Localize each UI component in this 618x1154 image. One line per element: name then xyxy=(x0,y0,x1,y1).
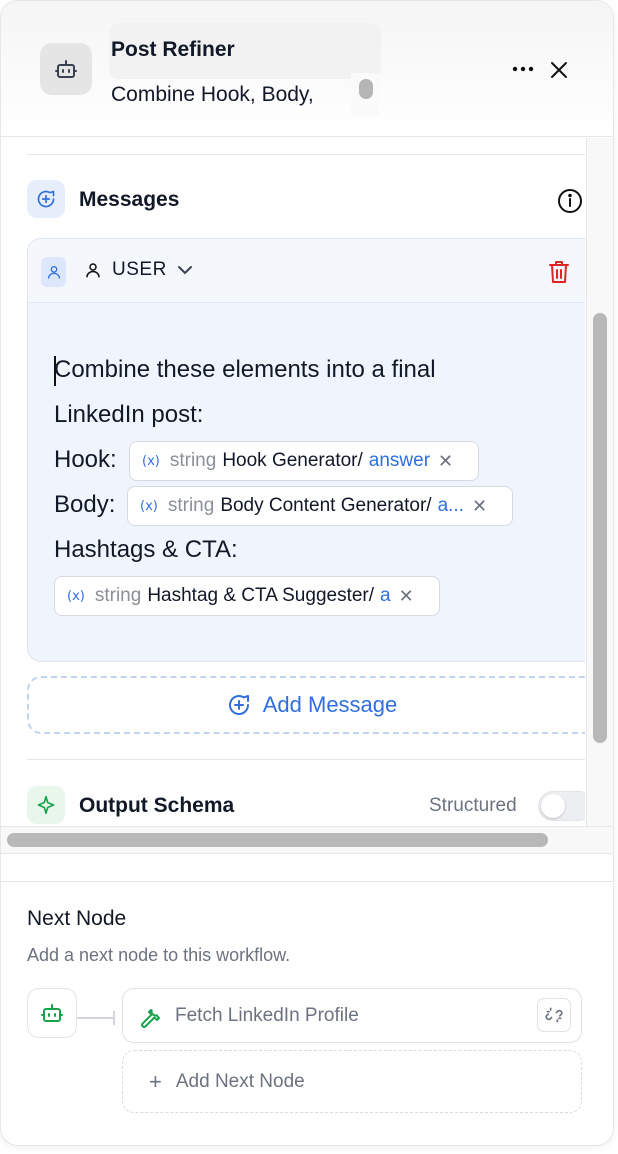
description-scroll-thumb[interactable] xyxy=(359,79,373,99)
role-label: USER xyxy=(112,259,167,280)
variable-chip[interactable]: (x) string Body Content Generator/ a... … xyxy=(127,486,513,526)
message-header: USER xyxy=(28,239,585,303)
close-button[interactable] xyxy=(545,56,573,84)
variable-chip[interactable]: (x) string Hook Generator/ answer ✕ xyxy=(129,441,479,481)
user-icon xyxy=(41,257,66,287)
structured-toggle[interactable] xyxy=(538,791,585,821)
message-card: USER Combine these elements into a final… xyxy=(27,238,585,662)
structured-label: Structured xyxy=(429,795,517,816)
message-line: Hook: xyxy=(54,446,117,473)
node-config-panel: Post Refiner Combine Hook, Body, Message… xyxy=(0,0,614,1146)
ellipsis-icon xyxy=(512,66,534,72)
next-node-description: Add a next node to this workflow. xyxy=(27,945,291,965)
bot-icon xyxy=(40,43,92,95)
variable-field: a... xyxy=(437,495,464,516)
remove-variable-icon[interactable]: ✕ xyxy=(399,586,414,607)
panel-header: Post Refiner Combine Hook, Body, xyxy=(1,1,613,137)
unlink-icon xyxy=(545,1007,563,1023)
plus-icon: + xyxy=(149,1068,162,1094)
message-line: Body: xyxy=(54,491,116,518)
section-divider xyxy=(1,881,613,882)
output-schema-title: Output Schema xyxy=(79,794,235,817)
variable-node: Hook Generator/ xyxy=(222,450,363,471)
node-connector xyxy=(77,1017,115,1019)
node-connector-end xyxy=(113,1011,115,1025)
person-icon xyxy=(86,263,100,278)
variable-node: Body Content Generator/ xyxy=(220,495,432,516)
messages-section-title: Messages xyxy=(79,188,180,211)
node-title[interactable]: Post Refiner xyxy=(111,38,235,62)
add-message-button[interactable]: Add Message xyxy=(27,676,585,734)
variable-icon: (x) xyxy=(142,453,160,469)
section-divider xyxy=(27,154,585,155)
chevron-down-icon xyxy=(177,266,192,275)
variable-chip[interactable]: (x) string Hashtag & CTA Suggester/ a ✕ xyxy=(54,576,440,616)
toggle-knob xyxy=(541,794,565,818)
message-editor[interactable]: Combine these elements into a final Link… xyxy=(28,304,585,661)
horizontal-scroll-thumb[interactable] xyxy=(7,833,548,847)
role-selector[interactable]: USER xyxy=(84,259,193,281)
message-line: Combine these elements into a final xyxy=(54,356,436,383)
node-description[interactable]: Combine Hook, Body, xyxy=(111,83,351,107)
section-divider xyxy=(27,759,585,760)
message-plus-icon xyxy=(27,180,65,218)
trash-icon xyxy=(549,261,569,283)
next-node-title: Next Node xyxy=(27,907,127,930)
variable-field: a xyxy=(380,585,391,606)
add-next-node-button[interactable]: + Add Next Node xyxy=(122,1050,582,1113)
wrench-icon xyxy=(141,1008,160,1028)
info-icon[interactable] xyxy=(557,188,583,214)
variable-icon: (x) xyxy=(140,498,158,514)
remove-variable-icon[interactable]: ✕ xyxy=(438,451,453,472)
delete-message-button[interactable] xyxy=(544,257,574,287)
add-next-node-label: Add Next Node xyxy=(175,1070,305,1092)
variable-type: string xyxy=(167,495,215,516)
sparkle-icon xyxy=(27,786,65,824)
add-message-label: Add Message xyxy=(262,692,398,717)
current-node-bot-icon xyxy=(27,988,77,1038)
vertical-scroll-thumb[interactable] xyxy=(593,313,607,743)
more-options-button[interactable] xyxy=(509,56,537,82)
variable-node: Hashtag & CTA Suggester/ xyxy=(147,585,375,606)
variable-icon: (x) xyxy=(67,588,85,604)
unlink-button[interactable] xyxy=(537,998,571,1032)
variable-type: string xyxy=(169,450,217,471)
message-line: LinkedIn post: xyxy=(54,401,204,428)
message-plus-icon xyxy=(228,695,249,715)
remove-variable-icon[interactable]: ✕ xyxy=(472,496,487,517)
variable-field: answer xyxy=(368,450,431,471)
message-line: Hashtags & CTA: xyxy=(54,536,238,563)
close-icon xyxy=(551,62,567,78)
linked-node-label: Fetch LinkedIn Profile xyxy=(175,1004,359,1026)
config-scroll-area[interactable]: Messages USER Combine these elements int… xyxy=(1,138,585,828)
variable-type: string xyxy=(94,585,142,606)
linked-next-node[interactable]: Fetch LinkedIn Profile xyxy=(122,988,582,1043)
